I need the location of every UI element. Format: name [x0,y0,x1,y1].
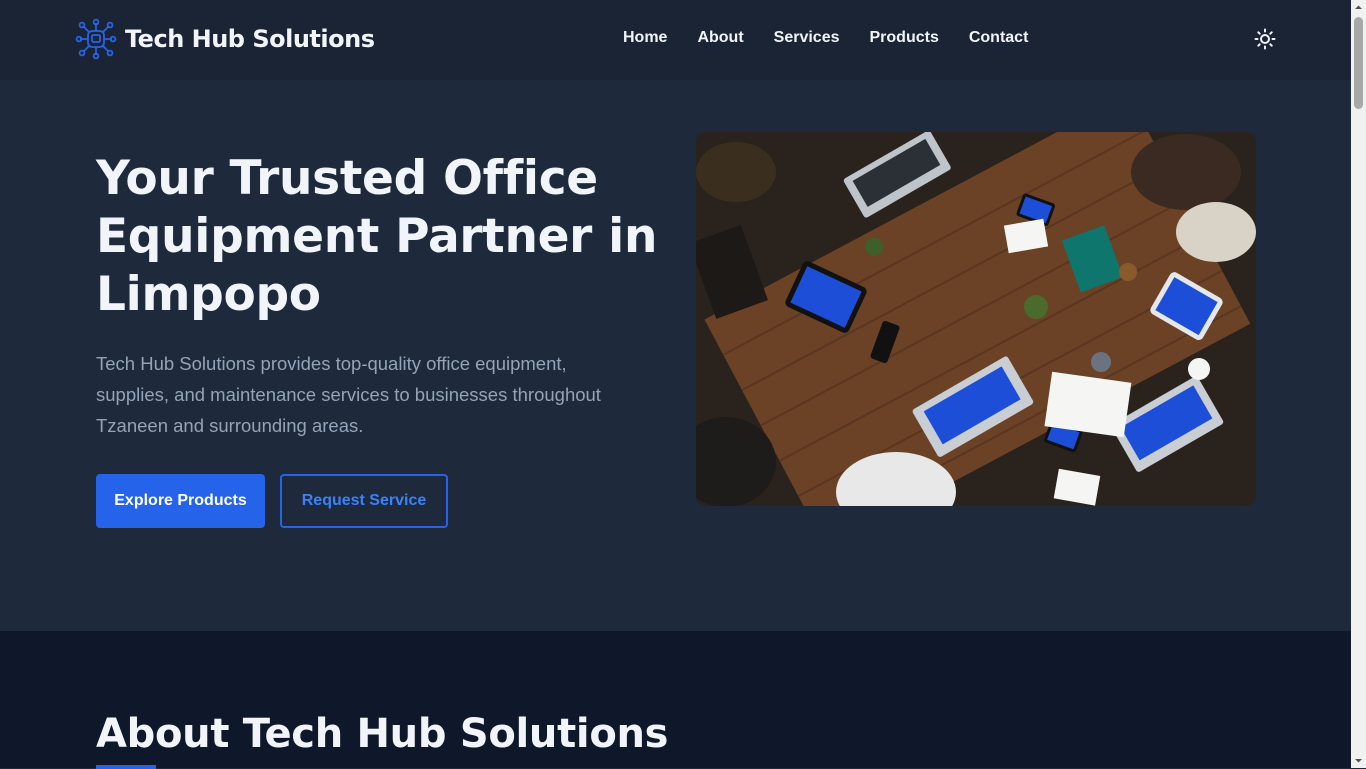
hero-title: Your Trusted Office Equipment Partner in… [96,151,658,322]
nav-home[interactable]: Home [623,29,667,47]
about-title: About Tech Hub Solutions [96,711,669,757]
main-nav: Home About Services Products Contact [623,29,1058,47]
theme-toggle-button[interactable] [1254,28,1276,50]
circuit-logo-icon [75,18,117,60]
request-service-button[interactable]: Request Service [280,474,448,528]
team-meeting-photo [696,132,1256,506]
scroll-up-arrow-icon[interactable] [1351,0,1366,15]
about-section: About Tech Hub Solutions [0,631,1351,769]
title-underline [96,765,156,769]
nav-services[interactable]: Services [774,29,840,47]
nav-contact[interactable]: Contact [969,29,1029,47]
logo[interactable]: Tech Hub Solutions [75,18,375,60]
sun-icon [1254,28,1276,50]
site-header: Tech Hub Solutions Home About Services P… [0,0,1351,80]
hero-description: Tech Hub Solutions provides top-quality … [96,353,601,436]
explore-products-button[interactable]: Explore Products [96,474,265,528]
hero-image [696,132,1256,506]
brand-name: Tech Hub Solutions [125,25,375,53]
nav-products[interactable]: Products [870,29,939,47]
scroll-down-arrow-icon[interactable] [1351,753,1366,768]
page-scrollbar[interactable] [1351,0,1366,768]
nav-about[interactable]: About [697,29,743,47]
scroll-thumb[interactable] [1354,17,1363,109]
hero-section: Your Trusted Office Equipment Partner in… [0,80,1351,631]
